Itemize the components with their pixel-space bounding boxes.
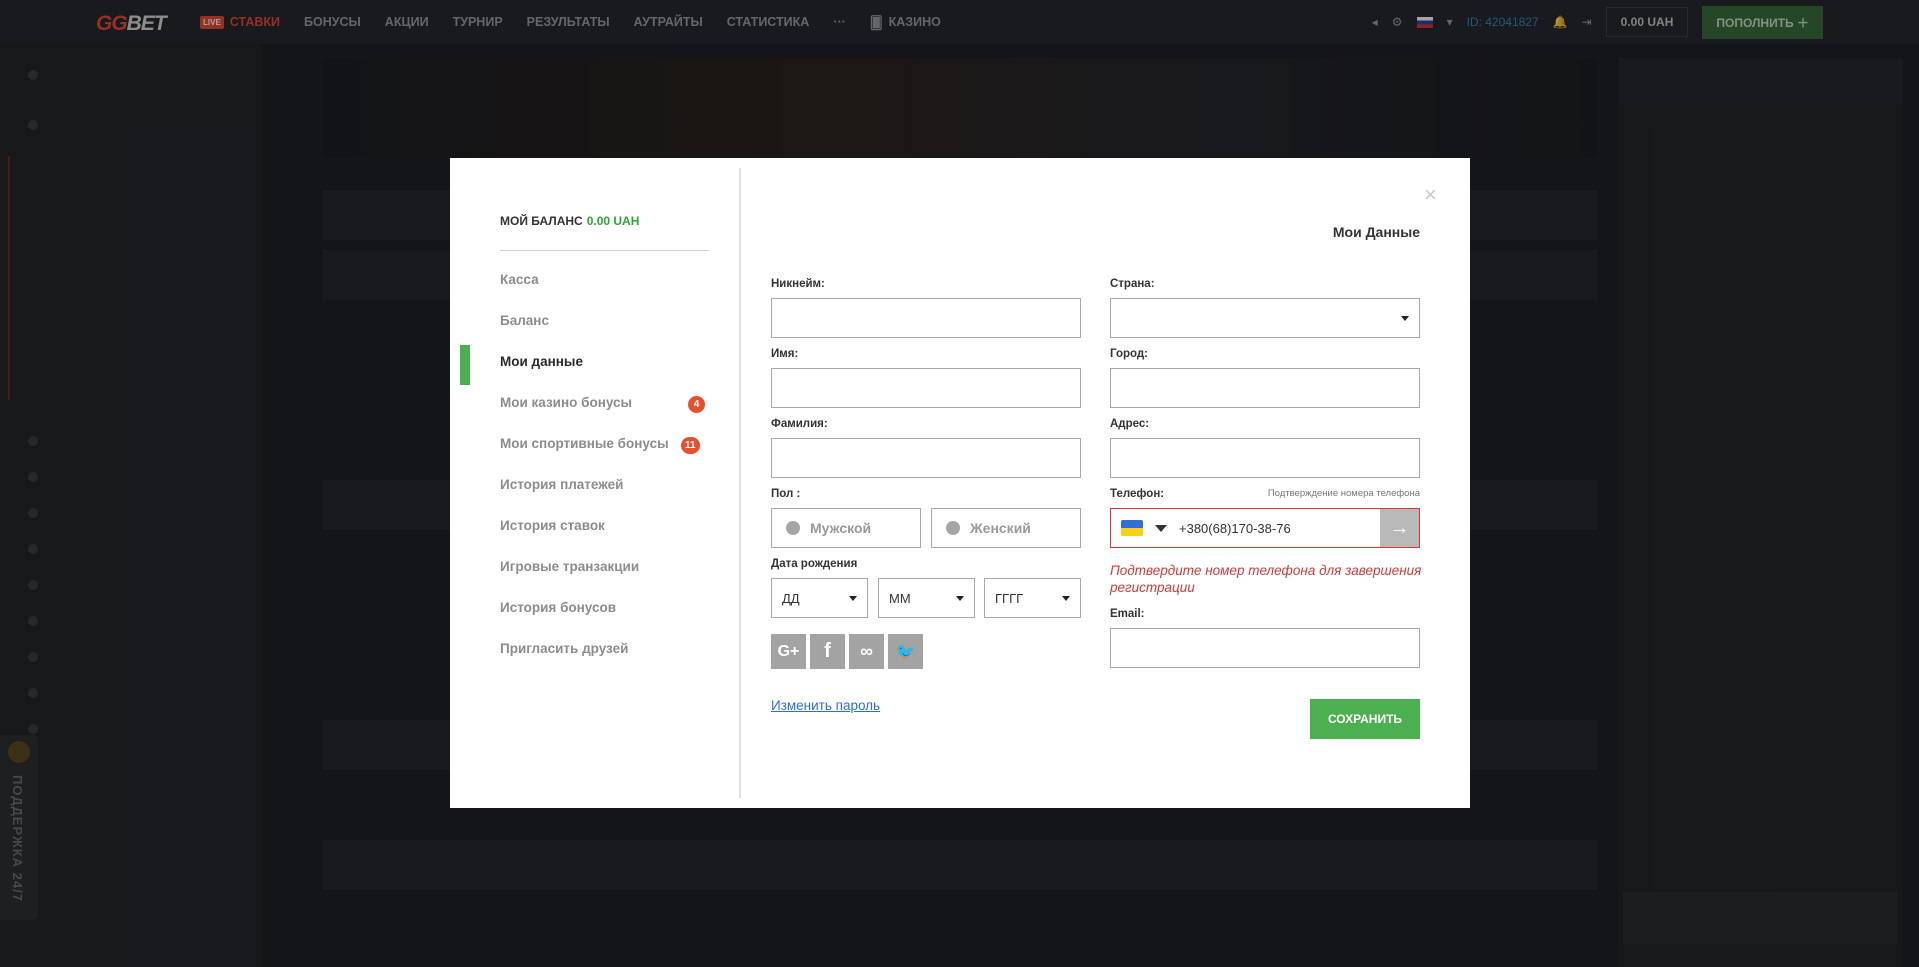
balance-label: МОЙ БАЛАНС (500, 214, 583, 228)
radio-icon (946, 521, 960, 535)
google-plus-icon[interactable]: G+ (771, 634, 806, 669)
email-input[interactable] (1110, 628, 1420, 668)
chevron-down-icon (849, 595, 857, 601)
last-name-label: Фамилия: (771, 418, 828, 430)
phone-submit-arrow-icon[interactable]: → (1380, 509, 1419, 547)
menu-item-bonus-history[interactable]: История бонусов (500, 600, 616, 615)
my-balance: МОЙ БАЛАНС 0.00 UAH (500, 214, 639, 228)
close-icon[interactable]: × (1424, 184, 1437, 206)
gender-female-option[interactable]: Женский (931, 508, 1081, 548)
address-label: Адрес: (1110, 418, 1150, 430)
birthdate-label: Дата рождения (771, 558, 858, 570)
phone-label: Телефон: (1110, 488, 1165, 500)
save-button[interactable]: СОХРАНИТЬ (1310, 699, 1420, 739)
address-input[interactable] (1110, 438, 1420, 478)
casino-bonus-count-badge: 4 (688, 396, 705, 413)
balance-value: 0.00 UAH (586, 214, 640, 228)
sport-bonus-count-badge: 11 (681, 437, 700, 454)
facebook-icon[interactable]: f (810, 634, 845, 669)
birth-year-select[interactable]: ГГГГ (984, 578, 1081, 618)
nickname-label: Никнейм: (771, 278, 825, 290)
phone-input[interactable]: +380(68)170-38-76 (1179, 521, 1380, 536)
phone-error-message: Подтвердите номер телефона для завершени… (1110, 563, 1422, 595)
menu-item-invite-friends[interactable]: Пригласить друзей (500, 641, 628, 656)
menu-item-casino-bonuses[interactable]: Мои казино бонусы (500, 395, 632, 410)
account-modal: × МОЙ БАЛАНС 0.00 UAH Касса Баланс Мои да… (450, 158, 1470, 808)
phone-confirmation-link[interactable]: Подтверждение номера телефона (1268, 488, 1420, 499)
first-name-label: Имя: (771, 348, 799, 360)
change-password-link[interactable]: Изменить пароль (771, 698, 880, 713)
birth-month-select[interactable]: ММ (878, 578, 975, 618)
city-label: Город: (1110, 348, 1148, 360)
menu-item-cashier[interactable]: Касса (500, 272, 539, 287)
menu-item-balance[interactable]: Баланс (500, 313, 549, 328)
country-code-dropdown-icon[interactable] (1155, 524, 1167, 532)
modal-divider (739, 168, 741, 798)
birth-day-select[interactable]: ДД (771, 578, 868, 618)
chevron-down-icon (956, 595, 964, 601)
menu-item-my-data[interactable]: Мои данные (500, 354, 583, 369)
menu-item-bet-history[interactable]: История ставок (500, 518, 605, 533)
ukraine-flag-icon (1121, 520, 1143, 536)
chevron-down-icon (1062, 595, 1070, 601)
active-menu-marker (460, 345, 470, 385)
first-name-input[interactable] (771, 368, 1081, 408)
twitter-icon[interactable]: 🐦 (888, 634, 923, 669)
menu-item-sport-bonuses[interactable]: Мои спортивные бонусы (500, 436, 669, 451)
nickname-input[interactable] (771, 298, 1081, 338)
phone-field: +380(68)170-38-76 → (1110, 508, 1420, 548)
gender-male-option[interactable]: Мужской (771, 508, 921, 548)
menu-item-payment-history[interactable]: История платежей (500, 477, 623, 492)
email-label: Email: (1110, 608, 1145, 620)
country-select[interactable] (1110, 298, 1420, 338)
steam-icon[interactable]: ∞ (849, 634, 884, 669)
gender-label: Пол : (771, 488, 801, 500)
last-name-input[interactable] (771, 438, 1081, 478)
form-title: Мои Данные (1332, 224, 1420, 240)
balance-divider (500, 250, 709, 251)
city-input[interactable] (1110, 368, 1420, 408)
country-label: Страна: (1110, 278, 1155, 290)
menu-item-game-transactions[interactable]: Игровые транзакции (500, 559, 639, 574)
radio-icon (786, 521, 800, 535)
chevron-down-icon (1401, 315, 1409, 321)
